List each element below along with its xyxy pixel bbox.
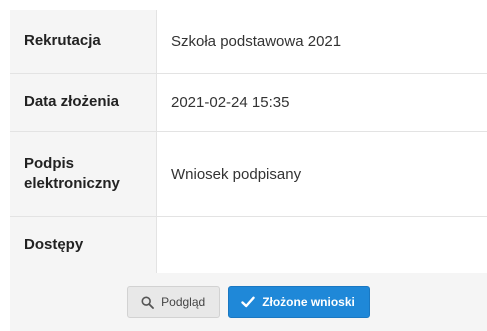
table-row: Data złożenia 2021-02-24 15:35	[10, 73, 487, 132]
row-label-submission-date: Data złożenia	[10, 73, 157, 132]
preview-button-label: Podgląd	[161, 295, 206, 309]
details-table: Rekrutacja Szkoła podstawowa 2021 Data z…	[10, 10, 487, 275]
row-value-submission-date: 2021-02-24 15:35	[156, 73, 487, 132]
table-row: Rekrutacja Szkoła podstawowa 2021	[10, 10, 487, 74]
row-value-e-signature: Wniosek podpisany	[156, 131, 487, 217]
check-icon	[241, 296, 255, 308]
table-row: Dostępy	[10, 216, 487, 275]
submitted-applications-button-label: Złożone wnioski	[262, 295, 355, 309]
application-details-panel: Rekrutacja Szkoła podstawowa 2021 Data z…	[10, 10, 487, 331]
search-icon	[141, 295, 155, 309]
submitted-applications-button[interactable]: Złożone wnioski	[228, 286, 370, 318]
preview-button[interactable]: Podgląd	[127, 286, 221, 318]
row-value-access	[156, 216, 487, 275]
row-label-access: Dostępy	[10, 216, 157, 275]
row-label-e-signature: Podpis elektroniczny	[10, 131, 157, 217]
table-row: Podpis elektroniczny Wniosek podpisany	[10, 131, 487, 217]
row-value-recruitment: Szkoła podstawowa 2021	[156, 10, 487, 74]
row-label-recruitment: Rekrutacja	[10, 10, 157, 74]
action-bar: Podgląd Złożone wnioski	[10, 273, 487, 331]
